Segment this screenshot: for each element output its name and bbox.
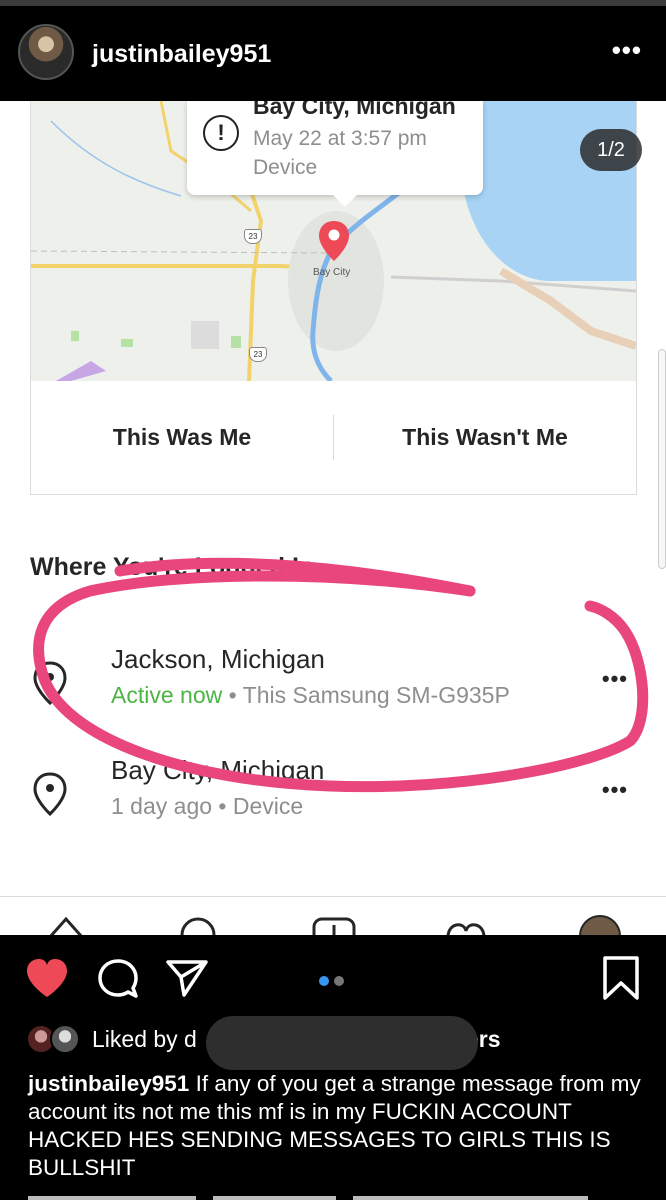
- session-more-icon[interactable]: •••: [602, 666, 628, 692]
- section-title: Where You're Logged In: [30, 553, 315, 581]
- callout-time: May 22 at 3:57 pm: [253, 127, 427, 150]
- session-item: Jackson, Michigan Active now • This Sams…: [0, 644, 666, 724]
- post-actions: [0, 935, 666, 1020]
- session-place: Bay City, Michigan: [111, 755, 325, 785]
- callout-location: Bay City, Michigan: [253, 101, 456, 119]
- tabbar-divider: [0, 896, 666, 897]
- search-icon[interactable]: [178, 913, 218, 935]
- home-icon[interactable]: [48, 913, 84, 935]
- this-wasnt-me-button[interactable]: This Wasn't Me: [334, 381, 636, 494]
- confirm-buttons: This Was Me This Wasn't Me: [31, 381, 636, 494]
- share-send-icon[interactable]: [164, 957, 210, 999]
- login-activity-card: 23 23 Bay City ! Bay City, Michigan May …: [30, 101, 637, 495]
- session-meta: 1 day ago • Device: [111, 793, 303, 820]
- like-heart-icon[interactable]: [24, 957, 70, 999]
- alert-icon: !: [203, 115, 239, 151]
- post-header: justinbailey951 •••: [0, 6, 666, 101]
- session-item: Bay City, Michigan 1 day ago • Device ••…: [0, 755, 666, 835]
- this-was-me-button[interactable]: This Was Me: [31, 381, 333, 494]
- map-pin-icon: [319, 221, 349, 261]
- comment-icon[interactable]: [96, 957, 140, 1001]
- bookmark-icon[interactable]: [601, 955, 641, 1001]
- avatar[interactable]: [18, 24, 74, 80]
- session-more-icon[interactable]: •••: [602, 777, 628, 803]
- location-pin-icon: [33, 772, 67, 817]
- carousel-dots: [319, 973, 349, 991]
- scrollbar[interactable]: [658, 349, 666, 569]
- carousel-dot: [334, 976, 344, 986]
- highway-shield-icon: 23: [244, 229, 262, 244]
- location-pin-icon: [33, 661, 67, 706]
- session-place: Jackson, Michigan: [111, 644, 325, 674]
- session-status: 1 day ago: [111, 793, 213, 819]
- carousel-dot-active: [319, 976, 329, 986]
- map-city-label: Bay City: [313, 267, 351, 278]
- liker-avatar[interactable]: [50, 1024, 80, 1054]
- caption-username[interactable]: justinbailey951: [28, 1071, 189, 1096]
- new-post-icon[interactable]: [312, 913, 356, 935]
- highway-shield-icon: 23: [249, 347, 267, 362]
- more-options-icon[interactable]: •••: [612, 37, 642, 63]
- meta-separator: •: [212, 793, 233, 819]
- redaction-bar: [206, 1016, 478, 1070]
- profile-tab-icon[interactable]: [577, 913, 623, 935]
- session-device: This Samsung SM-G935P: [242, 682, 510, 708]
- location-callout: ! Bay City, Michigan May 22 at 3:57 pm D…: [187, 101, 483, 207]
- carousel-counter: 1/2: [580, 129, 642, 171]
- liked-by-text[interactable]: Liked by d: [92, 1026, 197, 1053]
- session-status: Active now: [111, 682, 223, 708]
- session-device: Device: [232, 793, 304, 819]
- next-comment-cutoff: [28, 1186, 648, 1200]
- activity-heart-icon[interactable]: [444, 913, 488, 935]
- post-caption: justinbailey951 If any of you get a stra…: [28, 1070, 648, 1182]
- meta-separator: •: [222, 682, 243, 708]
- post-username[interactable]: justinbailey951: [92, 40, 271, 69]
- post-image[interactable]: 23 23 Bay City ! Bay City, Michigan May …: [0, 101, 666, 935]
- session-meta: Active now • This Samsung SM-G935P: [111, 682, 510, 709]
- callout-device: Device: [253, 156, 318, 179]
